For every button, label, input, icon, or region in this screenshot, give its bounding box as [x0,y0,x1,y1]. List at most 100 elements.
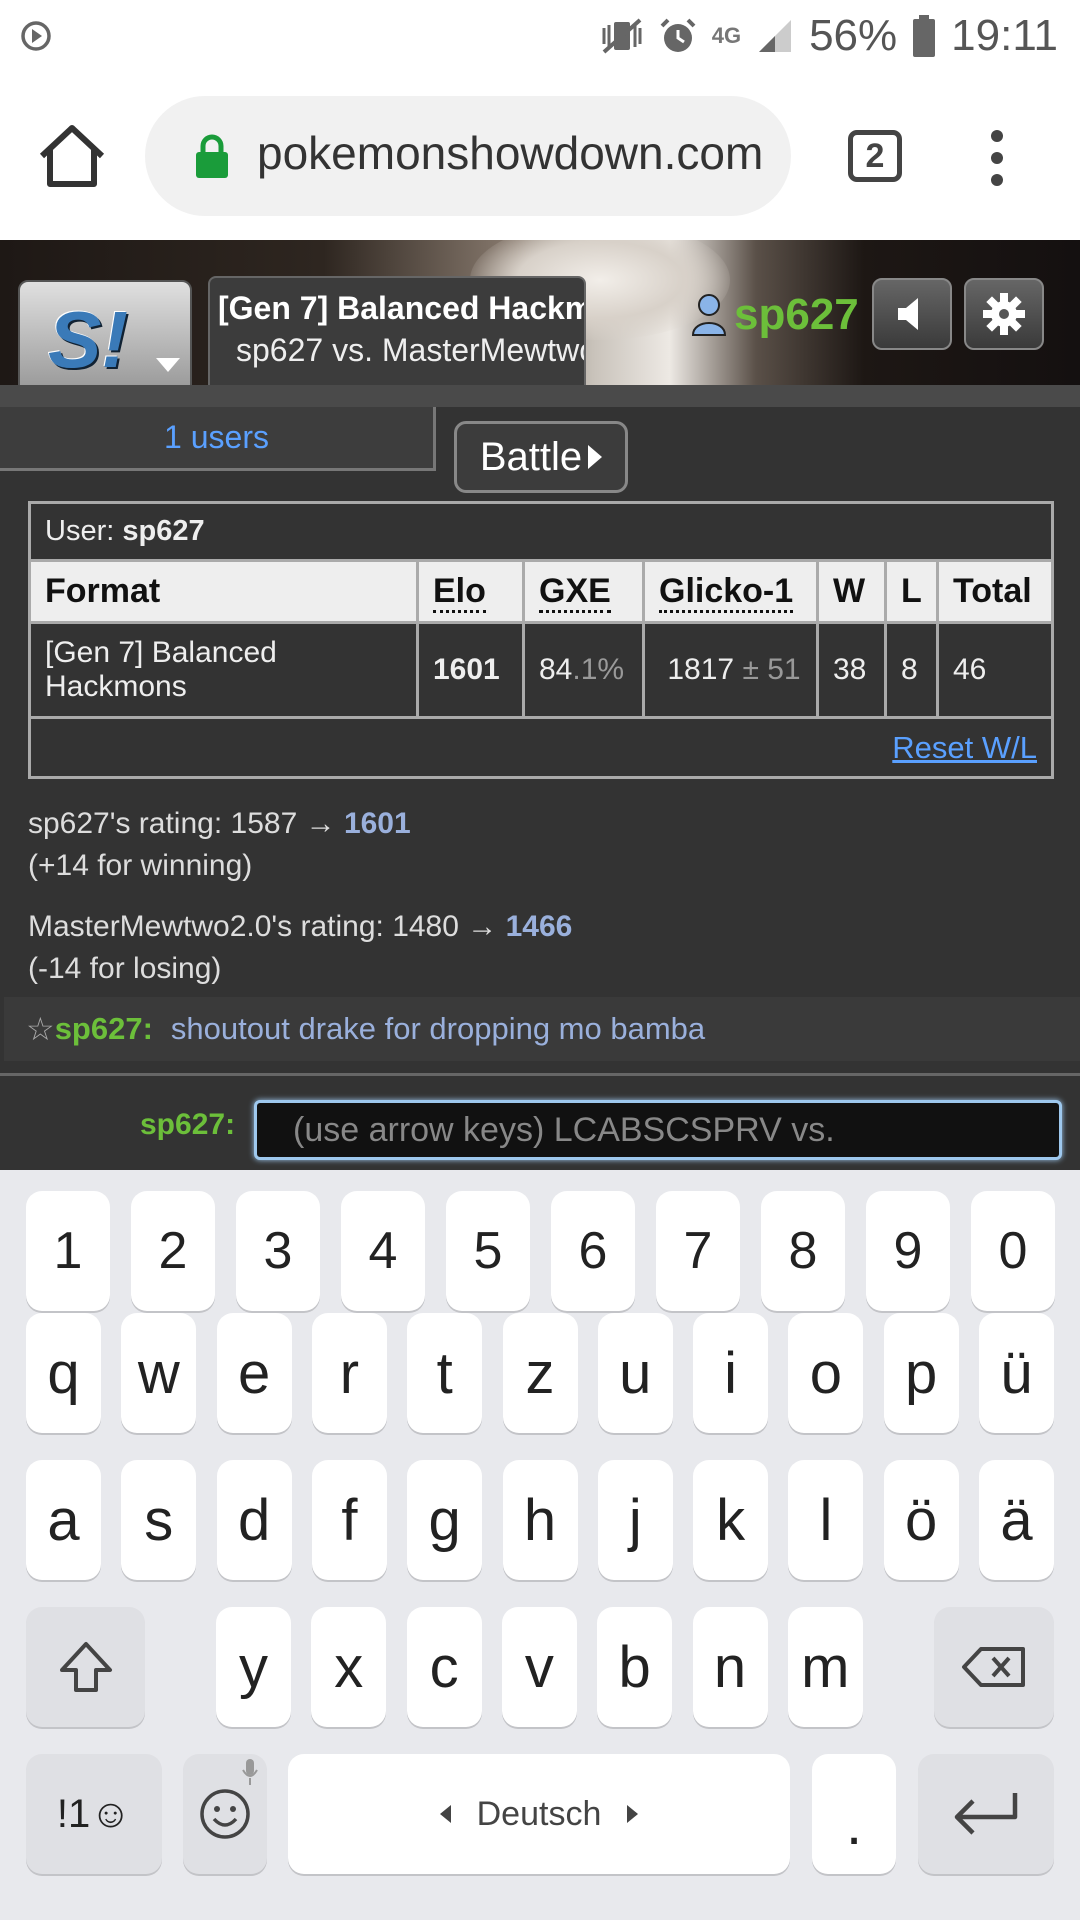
user-icon [691,294,727,336]
key-p[interactable]: p [883,1313,959,1433]
enter-key[interactable] [918,1754,1054,1874]
col-total: Total [936,559,1054,624]
key-5[interactable]: 5 [446,1191,530,1311]
rating-header-row: Format Elo GXE Glicko-1 W L Total [28,559,1054,624]
tab-switcher-button[interactable]: 2 [848,130,902,182]
key-w[interactable]: w [121,1313,197,1433]
key-4[interactable]: 4 [341,1191,425,1311]
emoji-icon [200,1789,250,1839]
lock-icon [196,134,228,178]
key-f[interactable]: f [311,1460,387,1580]
key-6[interactable]: 6 [551,1191,635,1311]
settings-button[interactable] [964,278,1044,350]
cell-total: 46 [936,621,1054,719]
chat-input-label: sp627: [140,1108,236,1141]
volume-icon [898,298,918,330]
username: sp627 [734,290,859,339]
key-i[interactable]: i [693,1313,769,1433]
key-x[interactable]: x [311,1607,387,1727]
users-list-button[interactable]: 1 users [0,407,436,471]
key-ä[interactable]: ä [979,1460,1054,1580]
key-n[interactable]: n [692,1607,768,1727]
sound-button[interactable] [872,278,952,350]
room-tab-title: [Gen 7] Balanced Hackmons [218,290,584,326]
symbols-key[interactable]: !1☺ [26,1754,162,1874]
battery-icon [913,15,936,57]
rating-table: User: sp627 Format Elo GXE Glicko-1 W L … [28,501,1054,779]
key-9[interactable]: 9 [866,1191,950,1311]
url-bar[interactable]: pokemonshowdown.com [145,96,791,216]
chat-input[interactable]: (use arrow keys) LCABSCSPRV vs. [254,1100,1062,1160]
key-c[interactable]: c [406,1607,482,1727]
cell-gxe: 84.1% [522,621,645,719]
key-7[interactable]: 7 [656,1191,740,1311]
key-h[interactable]: h [502,1460,578,1580]
col-l: L [884,559,939,624]
chevron-left-icon [439,1805,451,1823]
signal-icon [759,20,792,52]
chat-text: shoutout drake for dropping mo bamba [170,1011,706,1046]
period-key[interactable]: . [812,1754,896,1874]
key-r[interactable]: r [311,1313,387,1433]
rating-message-opponent: MasterMewtwo2.0's rating: 1480 → 1466 (-… [28,910,573,985]
alarm-icon [660,18,696,52]
chat-username[interactable]: sp627: [55,1011,153,1047]
key-m[interactable]: m [787,1607,863,1727]
key-1[interactable]: 1 [26,1191,110,1311]
url-text: pokemonshowdown.com [257,127,764,179]
key-z[interactable]: z [502,1313,578,1433]
key-0[interactable]: 0 [971,1191,1055,1311]
gear-icon [983,293,1025,335]
key-y[interactable]: y [216,1607,291,1727]
cell-w: 38 [816,621,887,719]
key-a[interactable]: a [26,1460,101,1580]
user-menu[interactable]: sp627 [690,290,859,340]
home-icon[interactable] [36,122,108,190]
reset-wl-link[interactable]: Reset W/L [892,730,1037,765]
key-q[interactable]: q [26,1313,101,1433]
backspace-key[interactable] [934,1607,1054,1727]
key-b[interactable]: b [597,1607,673,1727]
more-vert-icon[interactable] [980,128,1014,188]
space-key[interactable]: Deutsch [288,1754,790,1874]
key-t[interactable]: t [407,1313,483,1433]
showdown-logo: S! [48,295,128,384]
battery-percent: 56% [809,11,898,60]
key-2[interactable]: 2 [131,1191,215,1311]
keyboard-language: Deutsch [476,1794,602,1833]
col-elo: Elo [416,559,525,624]
key-ü[interactable]: ü [979,1313,1054,1433]
key-j[interactable]: j [597,1460,673,1580]
backspace-icon [962,1647,1025,1687]
network-type: 4G [711,23,742,48]
col-w: W [816,559,887,624]
col-format: Format [28,559,419,624]
key-l[interactable]: l [788,1460,864,1580]
key-u[interactable]: u [597,1313,673,1433]
chevron-right-icon [627,1805,639,1823]
key-v[interactable]: v [501,1607,577,1727]
battle-toggle-button[interactable]: Battle [454,421,628,493]
key-s[interactable]: s [121,1460,197,1580]
browser-toolbar: pokemonshowdown.com 2 [0,72,1080,240]
mic-icon [242,1759,258,1785]
on-screen-keyboard: !1☺ Deutsch . 1234567890 qwertzuiopü asdfg… [0,1170,1080,1920]
key-o[interactable]: o [788,1313,864,1433]
main-menu-button[interactable]: S! [18,280,192,385]
room-tab-battle[interactable]: [Gen 7] Balanced Hackmons sp627 vs. Mast… [208,276,586,385]
col-glicko: Glicko-1 [642,559,819,624]
shift-key[interactable] [26,1607,145,1727]
vibrate-mute-icon [602,18,642,54]
shift-icon [59,1642,112,1692]
chevron-right-icon [588,445,603,469]
key-8[interactable]: 8 [761,1191,845,1311]
key-3[interactable]: 3 [236,1191,320,1311]
key-ö[interactable]: ö [883,1460,959,1580]
key-g[interactable]: g [407,1460,483,1580]
key-k[interactable]: k [693,1460,769,1580]
key-e[interactable]: e [216,1313,292,1433]
tab-count: 2 [865,136,885,175]
key-d[interactable]: d [216,1460,292,1580]
room-tab-subtitle: sp627 vs. MasterMewtwo2.0 [236,332,584,368]
user-label: User: [45,515,115,547]
